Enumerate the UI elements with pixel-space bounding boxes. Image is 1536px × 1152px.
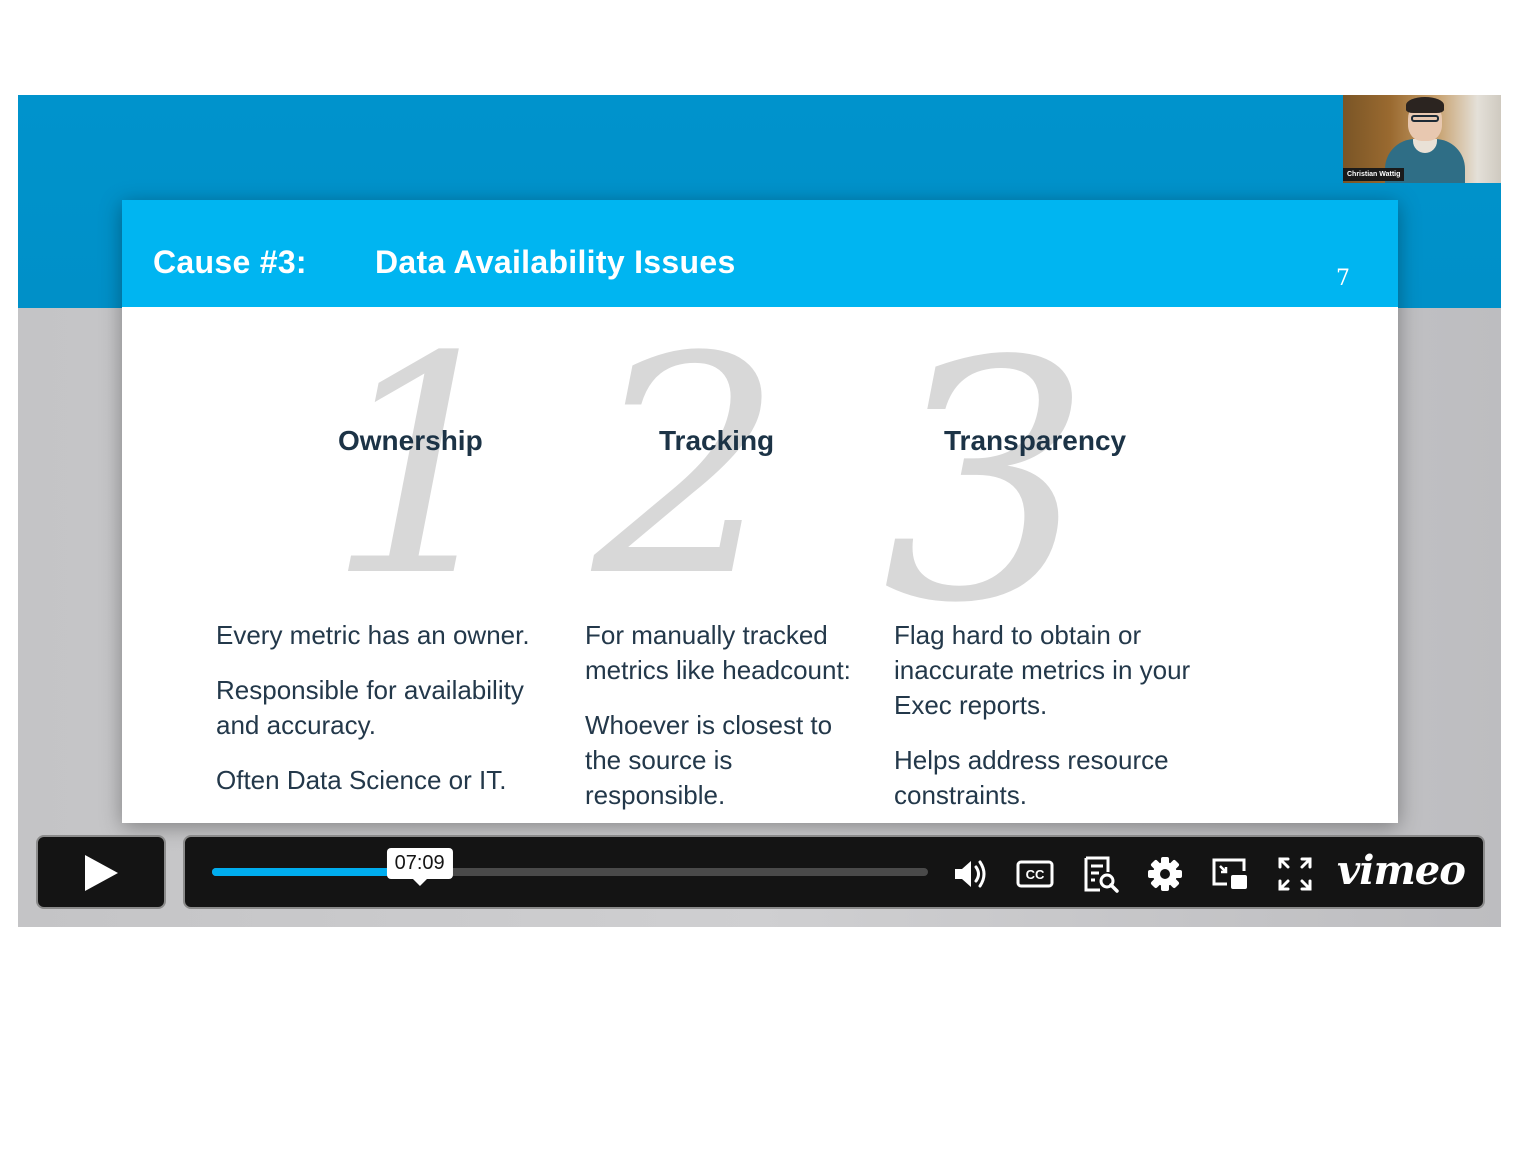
- body-paragraph: Flag hard to obtain or inaccurate metric…: [894, 620, 1191, 720]
- fullscreen-icon: [1278, 857, 1312, 891]
- slide-cause-label: Cause #3:: [153, 244, 307, 280]
- big-number-3: 3: [882, 291, 1092, 675]
- transcript-search-icon: [1084, 856, 1119, 893]
- presentation-slide: Cause #3: Data Availability Issues 7 1 2 …: [122, 200, 1398, 823]
- fullscreen-button[interactable]: [1275, 854, 1315, 894]
- big-number-2: 2: [592, 293, 783, 642]
- body-paragraph: Every metric has an owner.: [216, 620, 530, 650]
- column-body-tracking: For manually tracked metrics like headco…: [585, 618, 875, 823]
- svg-text:CC: CC: [1026, 867, 1045, 882]
- column-body-ownership: Every metric has an owner. Responsible f…: [216, 618, 556, 818]
- volume-button[interactable]: [950, 854, 990, 894]
- column-heading-transparency: Transparency: [944, 425, 1127, 456]
- body-paragraph: Often Data Science or IT.: [216, 765, 507, 795]
- column-body-transparency: Flag hard to obtain or inaccurate metric…: [894, 618, 1214, 823]
- cc-icon: CC: [1016, 860, 1054, 888]
- presenter-webcam: Christian Wattig: [1343, 95, 1501, 183]
- big-number-1: 1: [327, 293, 518, 642]
- vimeo-logo[interactable]: vimeo: [1337, 847, 1466, 894]
- presenter-glasses: [1411, 115, 1439, 122]
- hover-time-tooltip: 07:09: [386, 848, 453, 879]
- body-paragraph: Whoever is closest to the source is resp…: [585, 710, 833, 810]
- body-paragraph: Helps address resource constraints.: [894, 745, 1169, 810]
- column-heading-ownership: Ownership: [338, 425, 483, 456]
- slide-page-number: 7: [1336, 266, 1350, 291]
- play-button[interactable]: [36, 835, 166, 909]
- control-bar: 07:09 CC vimeo: [183, 835, 1485, 909]
- slide-title: Cause #3: Data Availability Issues: [153, 244, 736, 281]
- transcript-button[interactable]: [1080, 854, 1120, 894]
- volume-icon: [955, 860, 986, 888]
- captions-button[interactable]: CC: [1015, 854, 1055, 894]
- presenter-name-tag: Christian Wattig: [1343, 168, 1405, 181]
- play-icon: [85, 855, 118, 891]
- presenter-hair: [1406, 97, 1444, 113]
- body-paragraph: Responsible for availability and accurac…: [216, 675, 524, 740]
- settings-button[interactable]: [1145, 854, 1185, 894]
- progress-bar[interactable]: 07:09: [212, 848, 928, 879]
- column-heading-tracking: Tracking: [659, 425, 775, 456]
- slide-title-text: Data Availability Issues: [375, 244, 736, 280]
- body-paragraph: For manually tracked metrics like headco…: [585, 620, 851, 685]
- slide-header: Cause #3: Data Availability Issues 7: [122, 200, 1398, 307]
- pip-icon: [1212, 858, 1247, 889]
- gear-icon: [1148, 857, 1182, 891]
- video-player[interactable]: Christian Wattig Cause #3: Data Availabil…: [18, 95, 1501, 927]
- pip-button[interactable]: [1210, 854, 1250, 894]
